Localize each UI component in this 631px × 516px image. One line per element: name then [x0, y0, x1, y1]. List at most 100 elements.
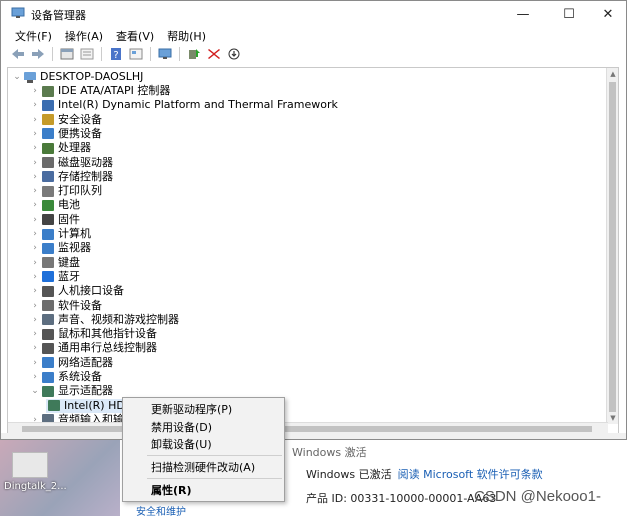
chevron-right-icon[interactable]: › [30, 270, 40, 284]
tree-category-item[interactable]: › 电池 [30, 198, 80, 212]
menu-bar: 文件(F) 操作(A) 查看(V) 帮助(H) [1, 27, 626, 45]
device-list-icon[interactable] [127, 46, 145, 62]
tree-child-item[interactable]: Intel(R) HD [46, 398, 125, 413]
tree-category-item[interactable]: › 网络适配器 [30, 356, 113, 370]
download-icon[interactable] [225, 46, 243, 62]
menu-action[interactable]: 操作(A) [59, 27, 110, 45]
tree-category-item[interactable]: › 固件 [30, 213, 80, 227]
tree-category-item[interactable]: › 通用串行总线控制器 [30, 341, 157, 355]
device-category-icon [42, 199, 54, 211]
tree-category-item[interactable]: › 人机接口设备 [30, 284, 124, 298]
tree-category-item[interactable]: ⌄ 显示适配器 [30, 384, 113, 398]
chevron-right-icon[interactable]: › [30, 84, 40, 98]
chevron-right-icon[interactable]: › [30, 241, 40, 255]
window-title: 设备管理器 [31, 9, 86, 22]
properties-icon[interactable] [58, 46, 76, 62]
chevron-down-icon[interactable]: ⌄ [12, 70, 22, 84]
scroll-down-arrow-icon[interactable]: ▼ [607, 412, 618, 424]
tree-item-label: 存储控制器 [58, 169, 113, 183]
chevron-right-icon[interactable]: › [30, 127, 40, 141]
device-tree[interactable]: ⌄ DESKTOP-DAOSLHJ › IDE ATA/ATAPI 控制器 › Int… [7, 67, 619, 435]
tree-category-item[interactable]: › 声音、视频和游戏控制器 [30, 313, 179, 327]
tree-category-item[interactable]: › 鼠标和其他指针设备 [30, 327, 157, 341]
tree-category-item[interactable]: › IDE ATA/ATAPI 控制器 [30, 84, 170, 98]
chevron-right-icon[interactable]: › [30, 256, 40, 270]
device-category-icon [42, 171, 54, 183]
help-icon[interactable]: ? [107, 46, 125, 62]
tree-category-item[interactable]: › 打印队列 [30, 184, 102, 198]
chevron-right-icon[interactable]: › [30, 156, 40, 170]
tree-item-label: 电池 [58, 198, 80, 212]
back-arrow-icon[interactable] [9, 46, 27, 62]
chevron-right-icon[interactable]: › [30, 299, 40, 313]
scroll-up-arrow-icon[interactable]: ▲ [607, 68, 618, 80]
tree-item-label: 蓝牙 [58, 269, 80, 283]
vertical-scrollbar[interactable]: ▲ ▼ [606, 68, 618, 424]
desktop-icon-label[interactable]: Dingtalk_2... [4, 481, 67, 492]
tree-root[interactable]: ⌄ DESKTOP-DAOSLHJ [12, 70, 143, 84]
minimize-button[interactable]: — [501, 1, 545, 27]
device-category-icon [42, 385, 54, 397]
tree-item-label: 处理器 [58, 141, 91, 155]
chevron-right-icon[interactable]: › [30, 356, 40, 370]
chevron-right-icon[interactable]: › [30, 370, 40, 384]
tree-category-item[interactable]: › Intel(R) Dynamic Platform and Thermal F… [30, 98, 338, 112]
tree-category-item[interactable]: › 计算机 [30, 227, 91, 241]
chevron-right-icon[interactable]: › [30, 170, 40, 184]
forward-arrow-icon[interactable] [29, 46, 47, 62]
ctx-disable-device[interactable]: 禁用设备(D) [123, 419, 284, 436]
tree-category-item[interactable]: › 处理器 [30, 141, 91, 155]
ctx-properties[interactable]: 属性(R) [123, 482, 284, 499]
delete-icon[interactable] [205, 46, 223, 62]
ctx-update-driver[interactable]: 更新驱动程序(P) [123, 401, 284, 418]
tree-category-item[interactable]: › 软件设备 [30, 299, 102, 313]
tree-category-item[interactable]: › 存储控制器 [30, 170, 113, 184]
tree-category-item[interactable]: › 系统设备 [30, 370, 102, 384]
toolbar-separator [101, 47, 102, 61]
menu-file[interactable]: 文件(F) [9, 27, 59, 45]
device-category-icon [42, 228, 54, 240]
menu-help[interactable]: 帮助(H) [161, 27, 213, 45]
license-terms-link[interactable]: 阅读 Microsoft 软件许可条款 [398, 468, 543, 481]
close-button[interactable]: ✕ [586, 1, 630, 27]
monitor-icon[interactable] [156, 46, 174, 62]
chevron-right-icon[interactable]: › [30, 198, 40, 212]
maximize-button[interactable]: ☐ [547, 1, 591, 27]
device-category-icon [42, 357, 54, 369]
tree-root-label: DESKTOP-DAOSLHJ [40, 70, 144, 83]
chevron-right-icon[interactable]: › [30, 98, 40, 112]
device-category-icon [42, 257, 54, 269]
tree-category-item[interactable]: › 磁盘驱动器 [30, 156, 113, 170]
tree-category-item[interactable]: › 便携设备 [30, 127, 102, 141]
context-menu: 更新驱动程序(P) 禁用设备(D) 卸载设备(U) 扫描检测硬件改动(A) 属性… [122, 397, 285, 502]
tree-category-item[interactable]: › 键盘 [30, 256, 80, 270]
chevron-right-icon[interactable]: › [30, 313, 40, 327]
ctx-uninstall-device[interactable]: 卸载设备(U) [123, 436, 284, 453]
chevron-right-icon[interactable]: › [30, 227, 40, 241]
vertical-scroll-thumb[interactable] [609, 82, 616, 412]
desktop-file-icon[interactable] [12, 452, 48, 478]
chevron-right-icon[interactable]: › [30, 113, 40, 127]
chevron-right-icon[interactable]: › [30, 284, 40, 298]
tree-item-label: 固件 [58, 212, 80, 226]
chevron-right-icon[interactable]: › [30, 327, 40, 341]
chevron-right-icon[interactable]: › [30, 184, 40, 198]
chevron-right-icon[interactable]: › [30, 213, 40, 227]
chevron-right-icon[interactable]: › [30, 341, 40, 355]
chevron-down-icon[interactable]: ⌄ [30, 384, 40, 398]
chevron-right-icon[interactable]: › [30, 141, 40, 155]
tree-category-item[interactable]: › 监视器 [30, 241, 91, 255]
tree-item-label: 系统设备 [58, 370, 102, 383]
device-category-icon [42, 271, 54, 283]
product-id: 产品 ID: 00331-10000-00001-AA63 [306, 492, 497, 505]
list-icon[interactable] [78, 46, 96, 62]
tree-category-item[interactable]: › 蓝牙 [30, 270, 80, 284]
ctx-scan-hardware[interactable]: 扫描检测硬件改动(A) [123, 459, 284, 476]
tree-category-item[interactable]: › 安全设备 [30, 113, 102, 127]
menu-view[interactable]: 查看(V) [110, 27, 161, 45]
device-category-icon [42, 214, 54, 226]
security-maintenance-link[interactable]: 安全和维护 [136, 503, 186, 516]
tree-item-label: 监视器 [58, 241, 91, 255]
horizontal-scroll-thumb[interactable] [22, 426, 592, 432]
add-driver-icon[interactable] [185, 46, 203, 62]
